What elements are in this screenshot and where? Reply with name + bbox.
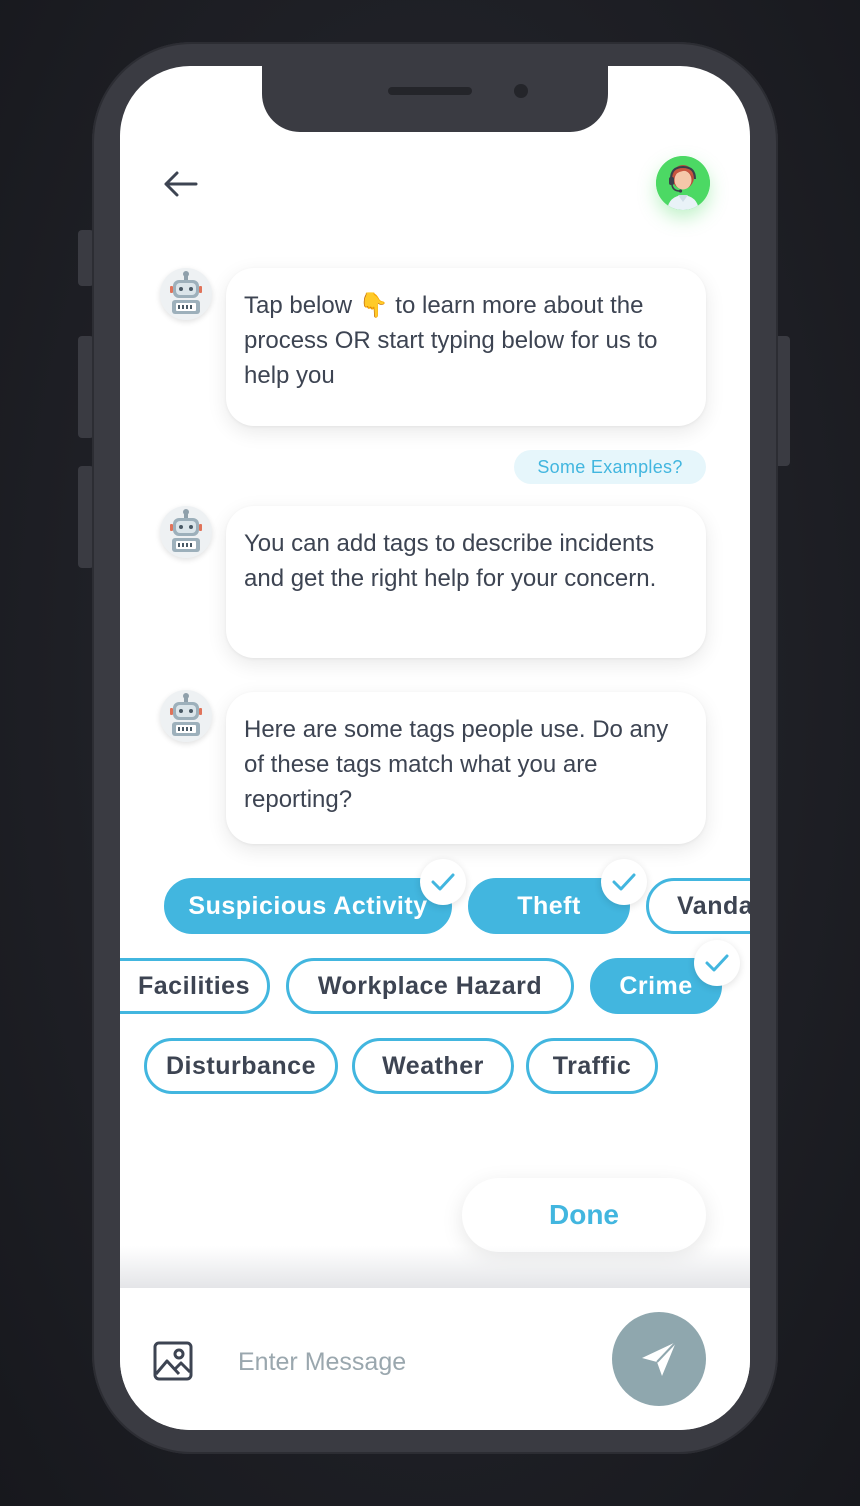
tag-vandalism[interactable]: Vanda [646,878,750,934]
checkmark-icon [431,873,455,891]
tag-label: Facilities [138,972,250,1000]
tag-label: Crime [619,972,693,1000]
robot-icon [160,268,212,320]
checkmark-icon [612,873,636,891]
bot-avatar [160,506,212,558]
arrow-left-icon [164,171,198,197]
message-composer [120,1288,750,1430]
bot-avatar [160,268,212,320]
some-examples-link[interactable]: Some Examples? [514,450,706,484]
done-button[interactable]: Done [462,1178,706,1252]
tag-label: Vanda [677,892,750,920]
message-bubble: You can add tags to describe incidents a… [226,506,706,658]
tag-traffic[interactable]: Traffic [526,1038,658,1094]
back-button[interactable] [160,166,200,202]
tag-facilities[interactable]: Facilities [120,958,270,1014]
tag-disturbance[interactable]: Disturbance [144,1038,338,1094]
check-badge [420,859,466,905]
front-camera [514,84,528,98]
message-input[interactable] [236,1338,570,1386]
paper-plane-icon [642,1341,677,1376]
message-text: Here are some tags people use. Do any of… [244,716,669,813]
support-agent-avatar[interactable] [656,156,710,210]
message-text: Tap below [244,292,359,319]
tag-label: Traffic [552,1052,632,1080]
tag-label: Disturbance [166,1052,316,1080]
check-badge [694,940,740,986]
support-agent-icon [656,156,710,210]
robot-icon [160,506,212,558]
check-badge [601,859,647,905]
tag-suspicious-activity[interactable]: Suspicious Activity [164,878,452,934]
phone-notch [262,66,608,132]
attach-image-button[interactable] [152,1340,194,1382]
message-bubble: Here are some tags people use. Do any of… [226,692,706,844]
send-button[interactable] [612,1312,706,1406]
composer-shadow [120,1246,750,1288]
robot-icon [160,690,212,742]
tag-label: Suspicious Activity [188,892,428,920]
image-icon [153,1341,193,1381]
checkmark-icon [705,954,729,972]
message-text: You can add tags to describe incidents a… [244,530,657,592]
tag-workplace-hazard[interactable]: Workplace Hazard [286,958,574,1014]
pointing-down-emoji: 👇 [358,292,389,319]
app-screen: Tap below 👇 to learn more about the proc… [120,66,750,1430]
tag-label: Workplace Hazard [317,972,543,1000]
speaker-grille [388,87,472,95]
bot-avatar [160,690,212,742]
tag-label: Theft [517,892,581,920]
tag-weather[interactable]: Weather [352,1038,514,1094]
message-bubble: Tap below 👇 to learn more about the proc… [226,268,706,426]
tag-label: Weather [382,1052,484,1080]
